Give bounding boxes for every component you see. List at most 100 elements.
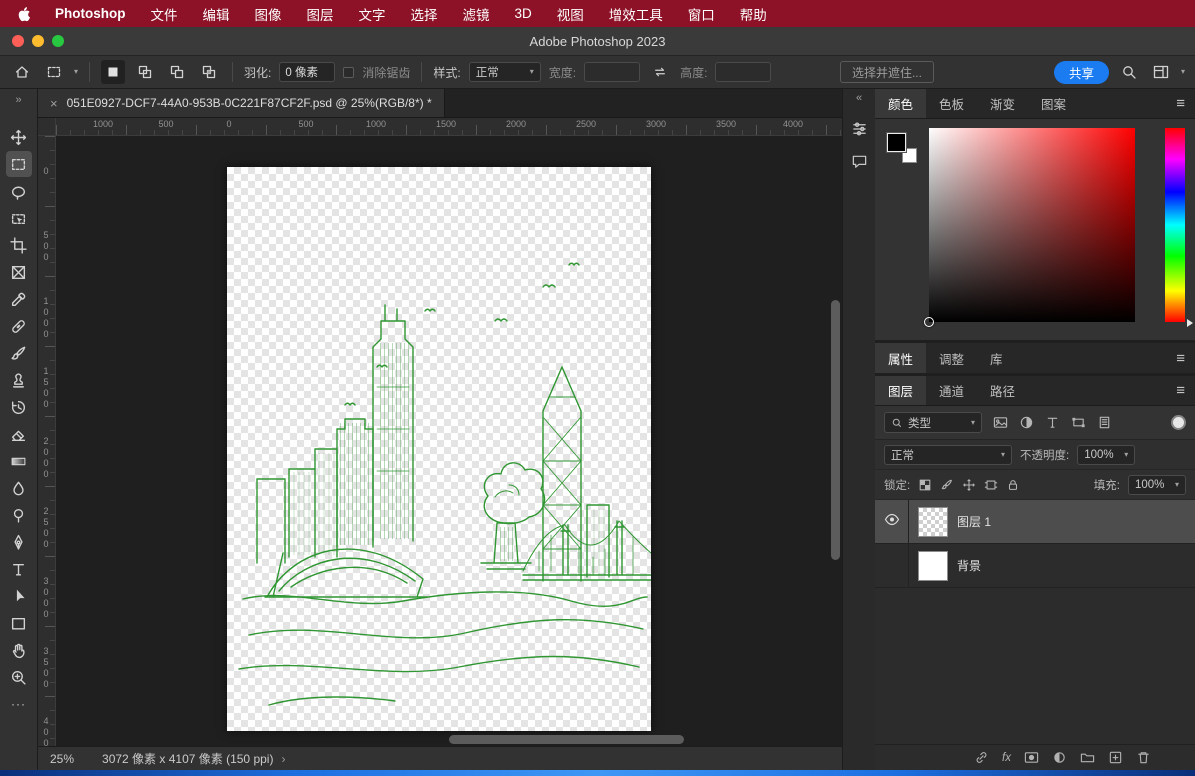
tab-color[interactable]: 颜色 [875, 89, 926, 118]
menu-filter[interactable]: 滤镜 [463, 4, 490, 24]
minimize-window-button[interactable] [32, 35, 44, 47]
close-window-button[interactable] [12, 35, 24, 47]
intersect-selection-mode-button[interactable] [197, 60, 221, 84]
tab-patterns[interactable]: 图案 [1028, 89, 1079, 118]
new-layer-icon[interactable] [1108, 750, 1123, 765]
edit-toolbar-icon[interactable]: ··· [6, 691, 32, 717]
rectangular-marquee-tool[interactable] [6, 151, 32, 177]
lock-position-icon[interactable] [962, 478, 976, 492]
delete-layer-icon[interactable] [1136, 750, 1151, 765]
lock-all-icon[interactable] [1006, 478, 1020, 492]
fullscreen-window-button[interactable] [52, 35, 64, 47]
height-input[interactable] [715, 62, 771, 82]
add-layer-mask-icon[interactable] [1024, 750, 1039, 765]
document-canvas[interactable] [227, 167, 651, 731]
canvas-viewport[interactable]: 1000 500 0 500 1000 1500 2000 2500 3000 … [38, 118, 842, 746]
layer-style-icon[interactable]: fx [1002, 752, 1011, 764]
panel-menu-icon[interactable]: ≡ [1166, 376, 1195, 405]
eraser-tool[interactable] [6, 421, 32, 447]
history-brush-tool[interactable] [6, 394, 32, 420]
pen-tool[interactable] [6, 529, 32, 555]
status-chevron-icon[interactable]: › [281, 752, 285, 766]
apple-menu-icon[interactable] [16, 6, 30, 22]
tab-channels[interactable]: 通道 [926, 376, 977, 405]
type-tool[interactable] [6, 556, 32, 582]
menu-select[interactable]: 选择 [411, 4, 438, 24]
document-tab[interactable]: × 051E0927-DCF7-44A0-953B-0C221F87CF2F.p… [38, 89, 445, 117]
blur-tool[interactable] [6, 475, 32, 501]
new-selection-mode-button[interactable] [101, 60, 125, 84]
filter-adjustment-layers-icon[interactable] [1019, 415, 1034, 430]
swap-width-height-icon[interactable] [648, 60, 672, 84]
lock-artboard-icon[interactable] [984, 478, 998, 492]
new-group-icon[interactable] [1080, 750, 1095, 765]
zoom-tool[interactable] [6, 664, 32, 690]
filter-smart-objects-icon[interactable] [1097, 415, 1112, 430]
width-input[interactable] [584, 62, 640, 82]
color-panel-arrow-icon[interactable] [1187, 319, 1193, 327]
tab-gradients[interactable]: 渐变 [977, 89, 1028, 118]
hue-slider[interactable] [1165, 128, 1185, 322]
object-selection-tool[interactable] [6, 205, 32, 231]
tab-swatches[interactable]: 色板 [926, 89, 977, 118]
menu-plugins[interactable]: 增效工具 [609, 4, 663, 24]
home-icon[interactable] [10, 60, 34, 84]
new-adjustment-layer-icon[interactable] [1052, 750, 1067, 765]
search-icon[interactable] [1117, 60, 1141, 84]
path-selection-tool[interactable] [6, 583, 32, 609]
workspace-switcher-icon[interactable] [1149, 60, 1173, 84]
panel-menu-icon[interactable]: ≡ [1166, 89, 1195, 118]
share-button[interactable]: 共享 [1054, 61, 1109, 84]
add-to-selection-mode-button[interactable] [133, 60, 157, 84]
menu-view[interactable]: 视图 [557, 4, 584, 24]
menu-window[interactable]: 窗口 [688, 4, 715, 24]
lock-image-icon[interactable] [940, 478, 954, 492]
comments-panel-icon[interactable] [847, 149, 871, 173]
subtract-from-selection-mode-button[interactable] [165, 60, 189, 84]
toolbar-collapse-chevron-icon[interactable]: » [15, 94, 21, 110]
filter-shape-layers-icon[interactable] [1071, 415, 1086, 430]
frame-tool[interactable] [6, 259, 32, 285]
clone-stamp-tool[interactable] [6, 367, 32, 393]
vertical-scrollbar[interactable] [831, 300, 840, 560]
tab-paths[interactable]: 路径 [977, 376, 1028, 405]
lock-transparency-icon[interactable] [918, 478, 932, 492]
close-document-icon[interactable]: × [50, 96, 58, 111]
eyedropper-tool[interactable] [6, 286, 32, 312]
style-select[interactable]: 正常▾ [469, 62, 541, 82]
layer-visibility-toggle[interactable] [875, 544, 909, 587]
zoom-level-field[interactable]: 25% [50, 752, 74, 766]
layer-filtering-toggle[interactable] [1171, 415, 1186, 430]
layer-thumbnail[interactable] [918, 507, 948, 537]
hand-tool[interactable] [6, 637, 32, 663]
dock-collapse-chevron-icon[interactable]: « [856, 92, 862, 107]
layer-filter-type-select[interactable]: 类型 ▾ [884, 412, 982, 433]
tool-preset-caret-icon[interactable]: ▾ [74, 68, 78, 76]
link-layers-icon[interactable] [974, 750, 989, 765]
move-tool[interactable] [6, 124, 32, 150]
opacity-select[interactable]: 100%▾ [1077, 445, 1135, 465]
brush-settings-panel-icon[interactable] [847, 116, 871, 140]
horizontal-scrollbar[interactable] [449, 735, 684, 744]
rectangle-shape-tool[interactable] [6, 610, 32, 636]
saturation-brightness-field[interactable] [929, 128, 1135, 322]
tab-layers[interactable]: 图层 [875, 376, 926, 405]
menu-edit[interactable]: 编辑 [203, 4, 230, 24]
menu-layer[interactable]: 图层 [307, 4, 334, 24]
menu-help[interactable]: 帮助 [740, 4, 767, 24]
brush-tool[interactable] [6, 340, 32, 366]
gradient-tool[interactable] [6, 448, 32, 474]
lasso-tool[interactable] [6, 178, 32, 204]
menu-type[interactable]: 文字 [359, 4, 386, 24]
layer-thumbnail[interactable] [918, 551, 948, 581]
layer-visibility-toggle[interactable] [875, 500, 909, 543]
tab-adjustments[interactable]: 调整 [926, 343, 977, 373]
foreground-color-swatch[interactable] [887, 133, 906, 152]
blend-mode-select[interactable]: 正常▾ [884, 445, 1012, 465]
tool-preset-marquee-icon[interactable] [42, 60, 66, 84]
menu-image[interactable]: 图像 [255, 4, 282, 24]
layer-name[interactable]: 图层 1 [957, 513, 991, 530]
fill-select[interactable]: 100%▾ [1128, 475, 1186, 495]
panel-menu-icon[interactable]: ≡ [1166, 343, 1195, 373]
layer-row-layer1[interactable]: 图层 1 [875, 500, 1195, 544]
